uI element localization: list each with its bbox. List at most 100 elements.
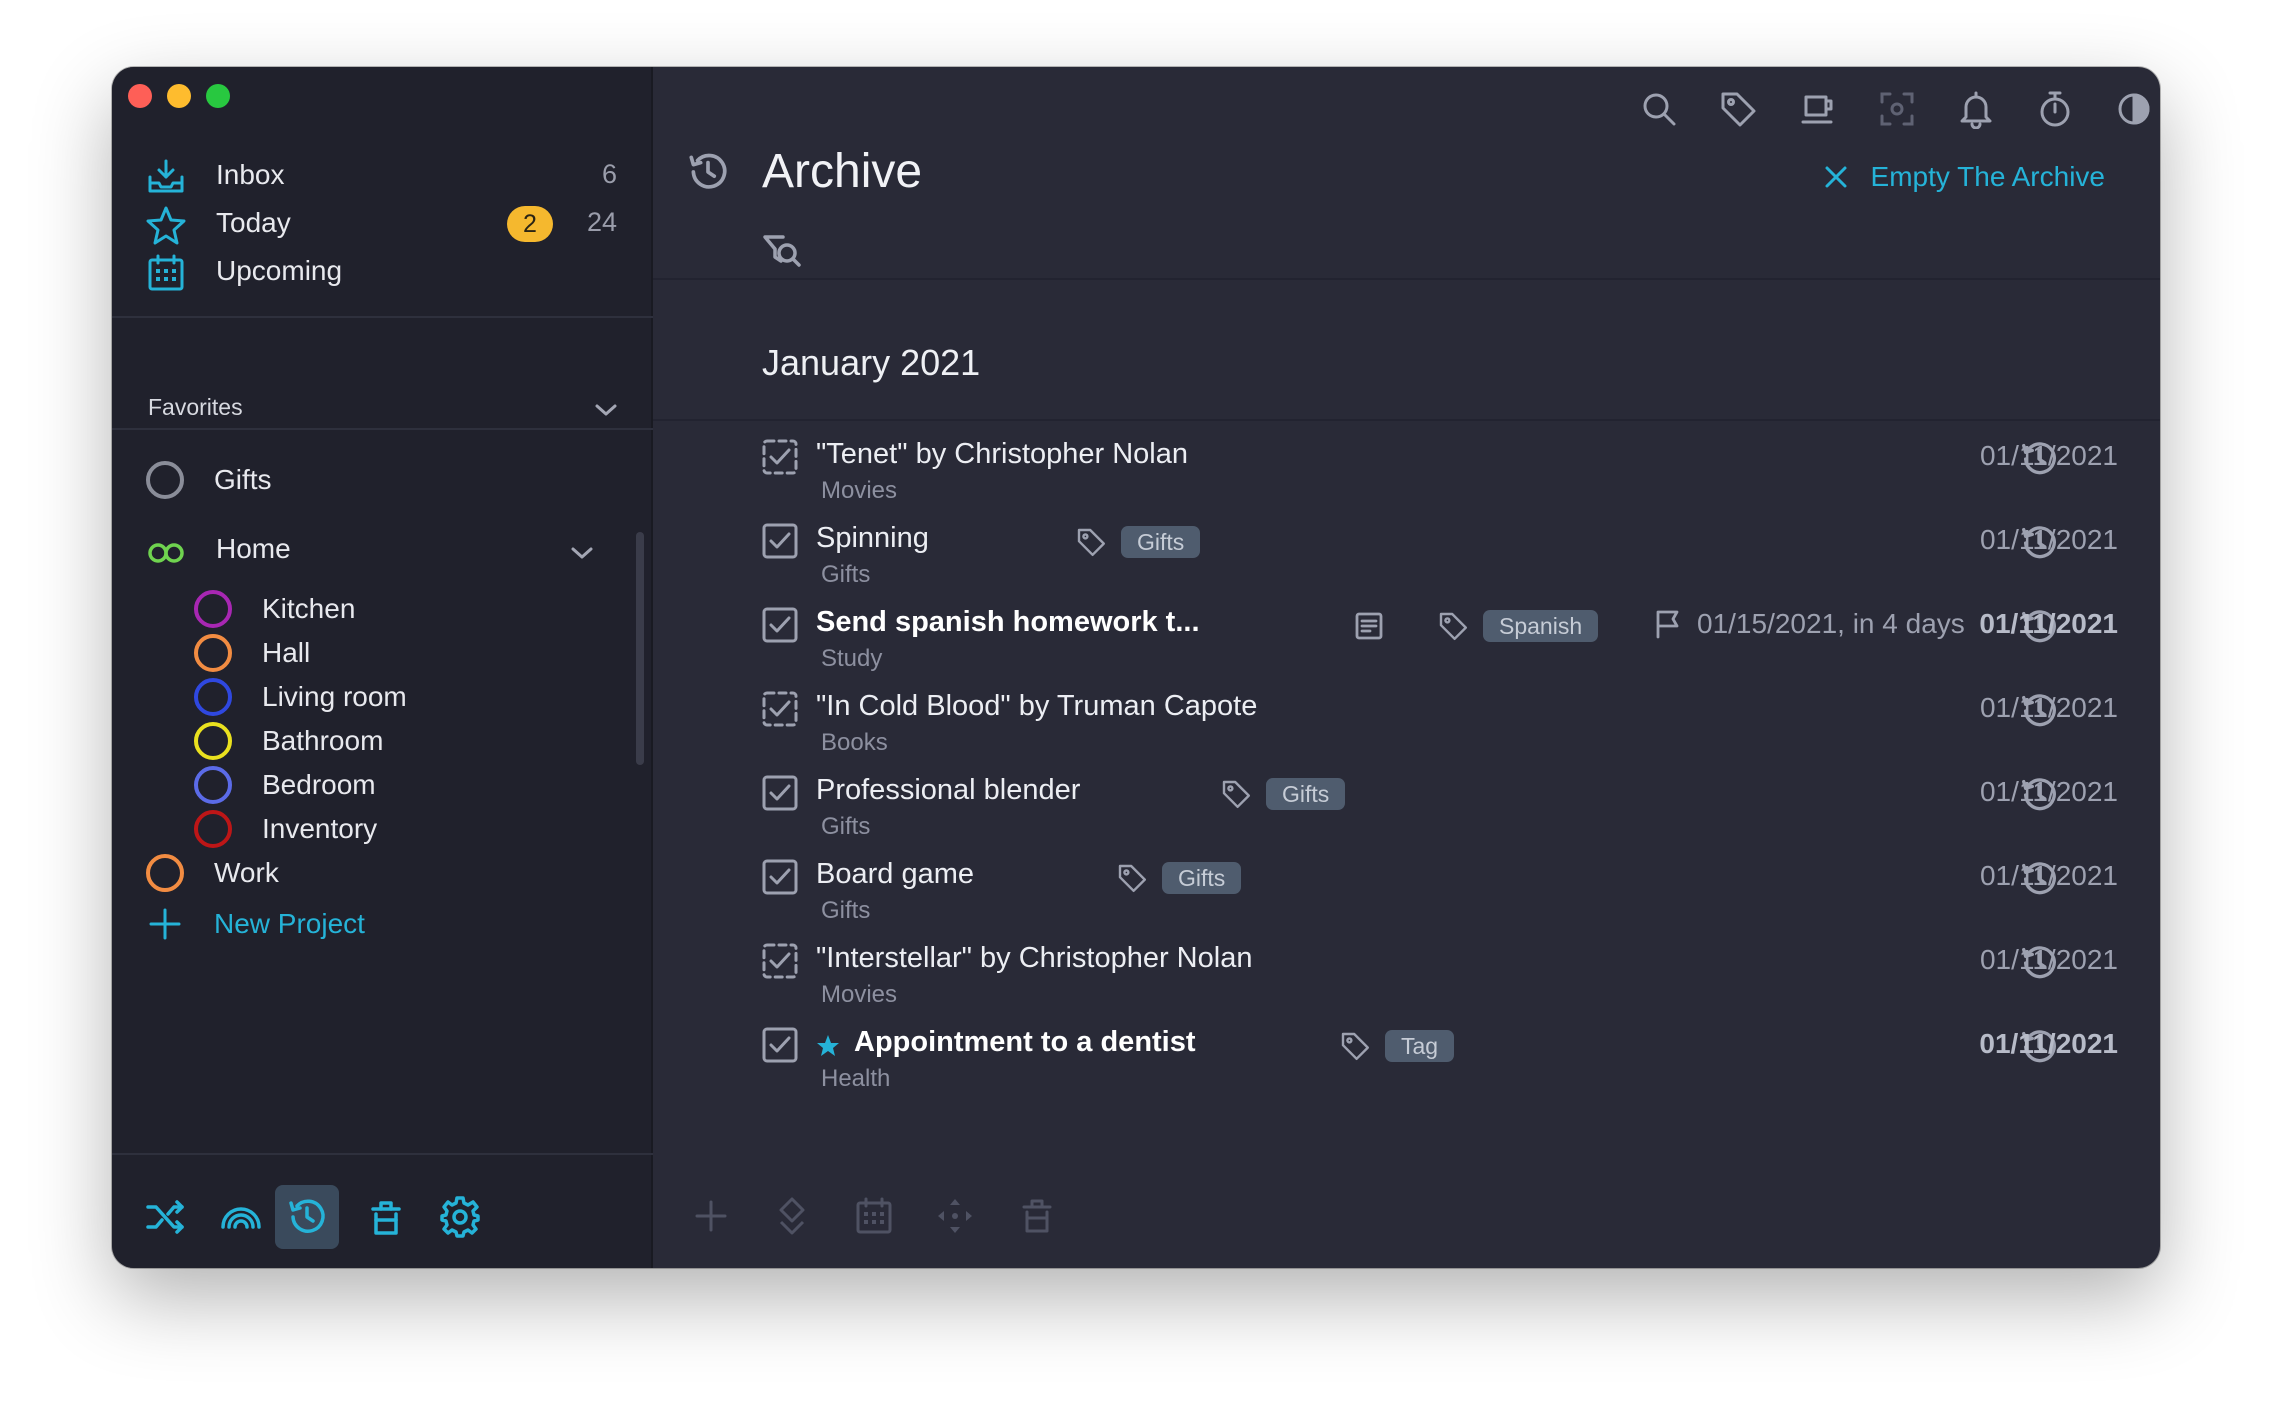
task-row[interactable]: "Interstellar" by Christopher Nolan Movi… <box>653 934 2160 1018</box>
sidebar-scrollbar[interactable] <box>636 532 644 765</box>
task-project: Gifts <box>821 813 871 840</box>
archive-button[interactable] <box>275 1185 339 1249</box>
tag-icon <box>1341 1032 1369 1060</box>
checkbox-checked-icon[interactable] <box>761 858 799 896</box>
coffee-icon[interactable] <box>1798 89 1838 129</box>
sidebar-item-work[interactable]: Work <box>146 842 566 898</box>
focus-icon[interactable] <box>1877 89 1917 129</box>
dashed-checkbox-icon[interactable] <box>761 942 799 980</box>
checkbox-checked-icon[interactable] <box>761 606 799 644</box>
archive-history-icon <box>689 153 727 189</box>
tag-chip[interactable]: Gifts <box>1162 862 1242 894</box>
infinity-icon <box>148 543 184 563</box>
project-ring-icon <box>146 461 184 499</box>
task-row[interactable]: "Tenet" by Christopher Nolan Movies 01/1… <box>653 430 2160 514</box>
project-ring-icon <box>146 854 184 892</box>
checkbox-checked-icon[interactable] <box>761 1026 799 1064</box>
task-name: Professional blender <box>816 774 1081 806</box>
sidebar-bottom-bar <box>112 1155 653 1268</box>
empty-archive-label: Empty The Archive <box>1870 161 2105 192</box>
calendar-icon[interactable] <box>853 1195 895 1237</box>
empty-archive-button[interactable]: Empty The Archive <box>1823 157 2105 197</box>
task-row[interactable]: Board game Gifts Gifts 01/11/2021 <box>653 850 2160 934</box>
new-project-button[interactable]: New Project <box>146 893 566 949</box>
add-icon[interactable] <box>690 1195 732 1237</box>
archive-history-icon <box>289 1199 325 1233</box>
task-project: Movies <box>821 981 898 1008</box>
stopwatch-icon[interactable] <box>2035 89 2075 129</box>
month-divider <box>653 419 2160 421</box>
tag-icon[interactable] <box>1718 89 1758 129</box>
chevron-down-icon[interactable] <box>592 400 620 420</box>
sidebar-divider <box>112 428 653 430</box>
task-project: Health <box>821 1065 891 1092</box>
settings-button[interactable] <box>428 1185 492 1249</box>
tag-chip[interactable]: Spanish <box>1483 610 1599 642</box>
star-icon <box>817 1035 839 1056</box>
shuffle-button[interactable] <box>134 1185 198 1249</box>
task-name: "Interstellar" by Christopher Nolan <box>816 942 1253 974</box>
favorites-header[interactable]: Favorites <box>148 394 243 421</box>
drag-icon[interactable] <box>934 1195 976 1237</box>
tag-chip[interactable]: Gifts <box>1121 526 1201 558</box>
task-project: Movies <box>821 477 898 504</box>
logbook-button[interactable] <box>209 1185 273 1249</box>
calendar-icon <box>148 254 184 291</box>
sidebar-item-label: Today <box>216 207 291 238</box>
dashed-checkbox-icon[interactable] <box>761 690 799 728</box>
task-name: Send spanish homework t... <box>816 606 1200 638</box>
move-icon[interactable] <box>771 1195 813 1237</box>
dashed-checkbox-icon[interactable] <box>761 438 799 476</box>
task-name: Spinning <box>816 522 929 554</box>
minimize-window-button[interactable] <box>167 84 191 108</box>
tag-chip[interactable]: Tag <box>1385 1030 1455 1062</box>
sidebar-item-gifts[interactable]: Gifts <box>146 449 566 505</box>
bell-icon[interactable] <box>1956 89 1996 129</box>
shuffle-icon <box>146 1200 184 1234</box>
archived-date: 01/11/2021 <box>1979 860 2118 891</box>
gear-icon <box>440 1196 480 1238</box>
archived-date: 01/11/2021 <box>1979 1028 2118 1059</box>
archived-date: 01/11/2021 <box>1979 524 2118 555</box>
rainbow-icon <box>221 1207 261 1229</box>
tag-chip[interactable]: Gifts <box>1266 778 1346 810</box>
sidebar-divider <box>112 316 653 318</box>
archived-date: 01/11/2021 <box>1979 440 2118 471</box>
trash-icon[interactable] <box>1016 1195 1058 1237</box>
area-label: Home <box>216 533 291 564</box>
tag-icon <box>1118 864 1146 892</box>
task-row[interactable]: "In Cold Blood" by Truman Capote Books 0… <box>653 682 2160 766</box>
project-label: Bedroom <box>262 769 376 800</box>
new-project-label: New Project <box>214 908 365 939</box>
inbox-icon <box>148 159 184 193</box>
task-row[interactable]: Appointment to a dentist Tag Health 01/1… <box>653 1018 2160 1102</box>
task-row[interactable]: Send spanish homework t... Spanish 01/15… <box>653 598 2160 682</box>
sidebar-item-upcoming[interactable]: Upcoming <box>112 241 653 301</box>
contrast-icon[interactable] <box>2114 89 2154 129</box>
sidebar: Inbox 6 Today 2 24 Upcoming Favorites Gi… <box>112 67 653 1268</box>
note-icon <box>1355 612 1383 640</box>
window-controls <box>128 84 230 108</box>
trash-button[interactable] <box>354 1185 418 1249</box>
today-badge: 2 <box>507 206 553 242</box>
sidebar-item-label: Inbox <box>216 159 285 190</box>
task-meta: Tag <box>1339 1026 1455 1066</box>
app-window: Inbox 6 Today 2 24 Upcoming Favorites Gi… <box>112 67 2160 1268</box>
project-label: Hall <box>262 637 311 668</box>
close-icon <box>1825 166 1847 188</box>
checkbox-checked-icon[interactable] <box>761 774 799 812</box>
search-icon[interactable] <box>1639 89 1679 129</box>
checkbox-checked-icon[interactable] <box>761 522 799 560</box>
task-row[interactable]: Spinning Gifts Gifts 01/11/2021 <box>653 514 2160 598</box>
archived-date: 01/11/2021 <box>1979 608 2118 639</box>
archived-date: 01/11/2021 <box>1979 776 2118 807</box>
search-filter-icon[interactable] <box>761 229 805 273</box>
task-row[interactable]: Professional blender Gifts Gifts 01/11/2… <box>653 766 2160 850</box>
zoom-window-button[interactable] <box>206 84 230 108</box>
project-label: Gifts <box>214 464 272 495</box>
due-date: 01/15/2021, in 4 days <box>1653 608 1965 640</box>
chevron-down-icon[interactable] <box>568 543 596 563</box>
task-name: "Tenet" by Christopher Nolan <box>816 438 1189 470</box>
close-window-button[interactable] <box>128 84 152 108</box>
project-label: Kitchen <box>262 593 356 624</box>
